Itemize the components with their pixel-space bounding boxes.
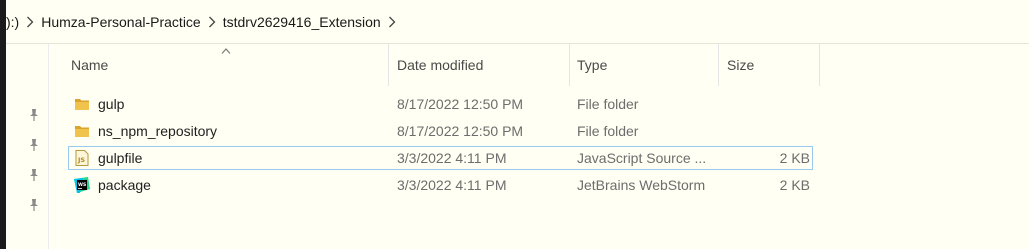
folder-icon xyxy=(75,99,89,110)
javascript-file-icon: JS xyxy=(75,150,89,166)
file-row[interactable]: gulp 8/17/2022 12:50 PM File folder xyxy=(68,92,813,116)
column-header-type[interactable]: Type xyxy=(570,44,719,86)
column-header-name-label: Name xyxy=(71,57,109,73)
webstorm-file-icon: WS xyxy=(74,177,90,193)
column-header-name[interactable]: Name xyxy=(62,44,389,86)
column-header-size-label: Size xyxy=(727,57,755,73)
column-header-date[interactable]: Date modified xyxy=(389,44,570,86)
file-name: gulp xyxy=(98,96,125,112)
column-headers: Name Date modified Type Size xyxy=(62,44,822,86)
file-size: 2 KB xyxy=(779,177,810,193)
file-type: JavaScript Source ... xyxy=(577,150,707,166)
file-row[interactable]: ns_npm_repository 8/17/2022 12:50 PM Fil… xyxy=(68,119,813,143)
file-name: gulpfile xyxy=(98,150,143,166)
address-bar[interactable]: ):) Humza-Personal-Practice tstdrv262941… xyxy=(6,0,1029,44)
file-size xyxy=(728,92,810,116)
chevron-right-icon[interactable] xyxy=(201,16,223,28)
file-row[interactable]: WS package 3/3/2022 4:11 PM JetBrains We… xyxy=(68,173,813,197)
column-header-size[interactable]: Size xyxy=(719,44,820,86)
folder-icon xyxy=(75,126,89,137)
file-date: 3/3/2022 4:11 PM xyxy=(397,150,507,166)
pin-icon[interactable] xyxy=(27,168,41,182)
breadcrumb-folder[interactable]: Humza-Personal-Practice xyxy=(41,14,201,30)
file-name: package xyxy=(98,177,151,193)
pin-icon[interactable] xyxy=(27,108,41,122)
file-row[interactable]: JS gulpfile 3/3/2022 4:11 PM JavaScript … xyxy=(68,146,813,170)
column-header-type-label: Type xyxy=(577,57,608,73)
chevron-right-icon[interactable] xyxy=(19,16,41,28)
breadcrumb-current-folder[interactable]: tstdrv2629416_Extension xyxy=(223,14,381,30)
file-name: ns_npm_repository xyxy=(98,123,218,139)
pin-icon[interactable] xyxy=(27,198,41,212)
breadcrumb-drive[interactable]: ):) xyxy=(6,14,19,30)
file-type: File folder xyxy=(577,96,639,112)
file-size xyxy=(728,119,810,143)
file-date: 8/17/2022 12:50 PM xyxy=(397,123,524,139)
column-header-date-label: Date modified xyxy=(397,57,484,73)
file-date: 8/17/2022 12:50 PM xyxy=(397,96,524,112)
file-date: 3/3/2022 4:11 PM xyxy=(397,177,507,193)
file-type: File folder xyxy=(577,123,639,139)
svg-text:WS: WS xyxy=(78,182,86,188)
pin-icon[interactable] xyxy=(27,138,41,152)
chevron-right-icon[interactable] xyxy=(381,16,403,28)
file-type: JetBrains WebStorm xyxy=(577,177,706,193)
svg-text:JS: JS xyxy=(77,156,85,164)
file-size: 2 KB xyxy=(779,150,810,166)
